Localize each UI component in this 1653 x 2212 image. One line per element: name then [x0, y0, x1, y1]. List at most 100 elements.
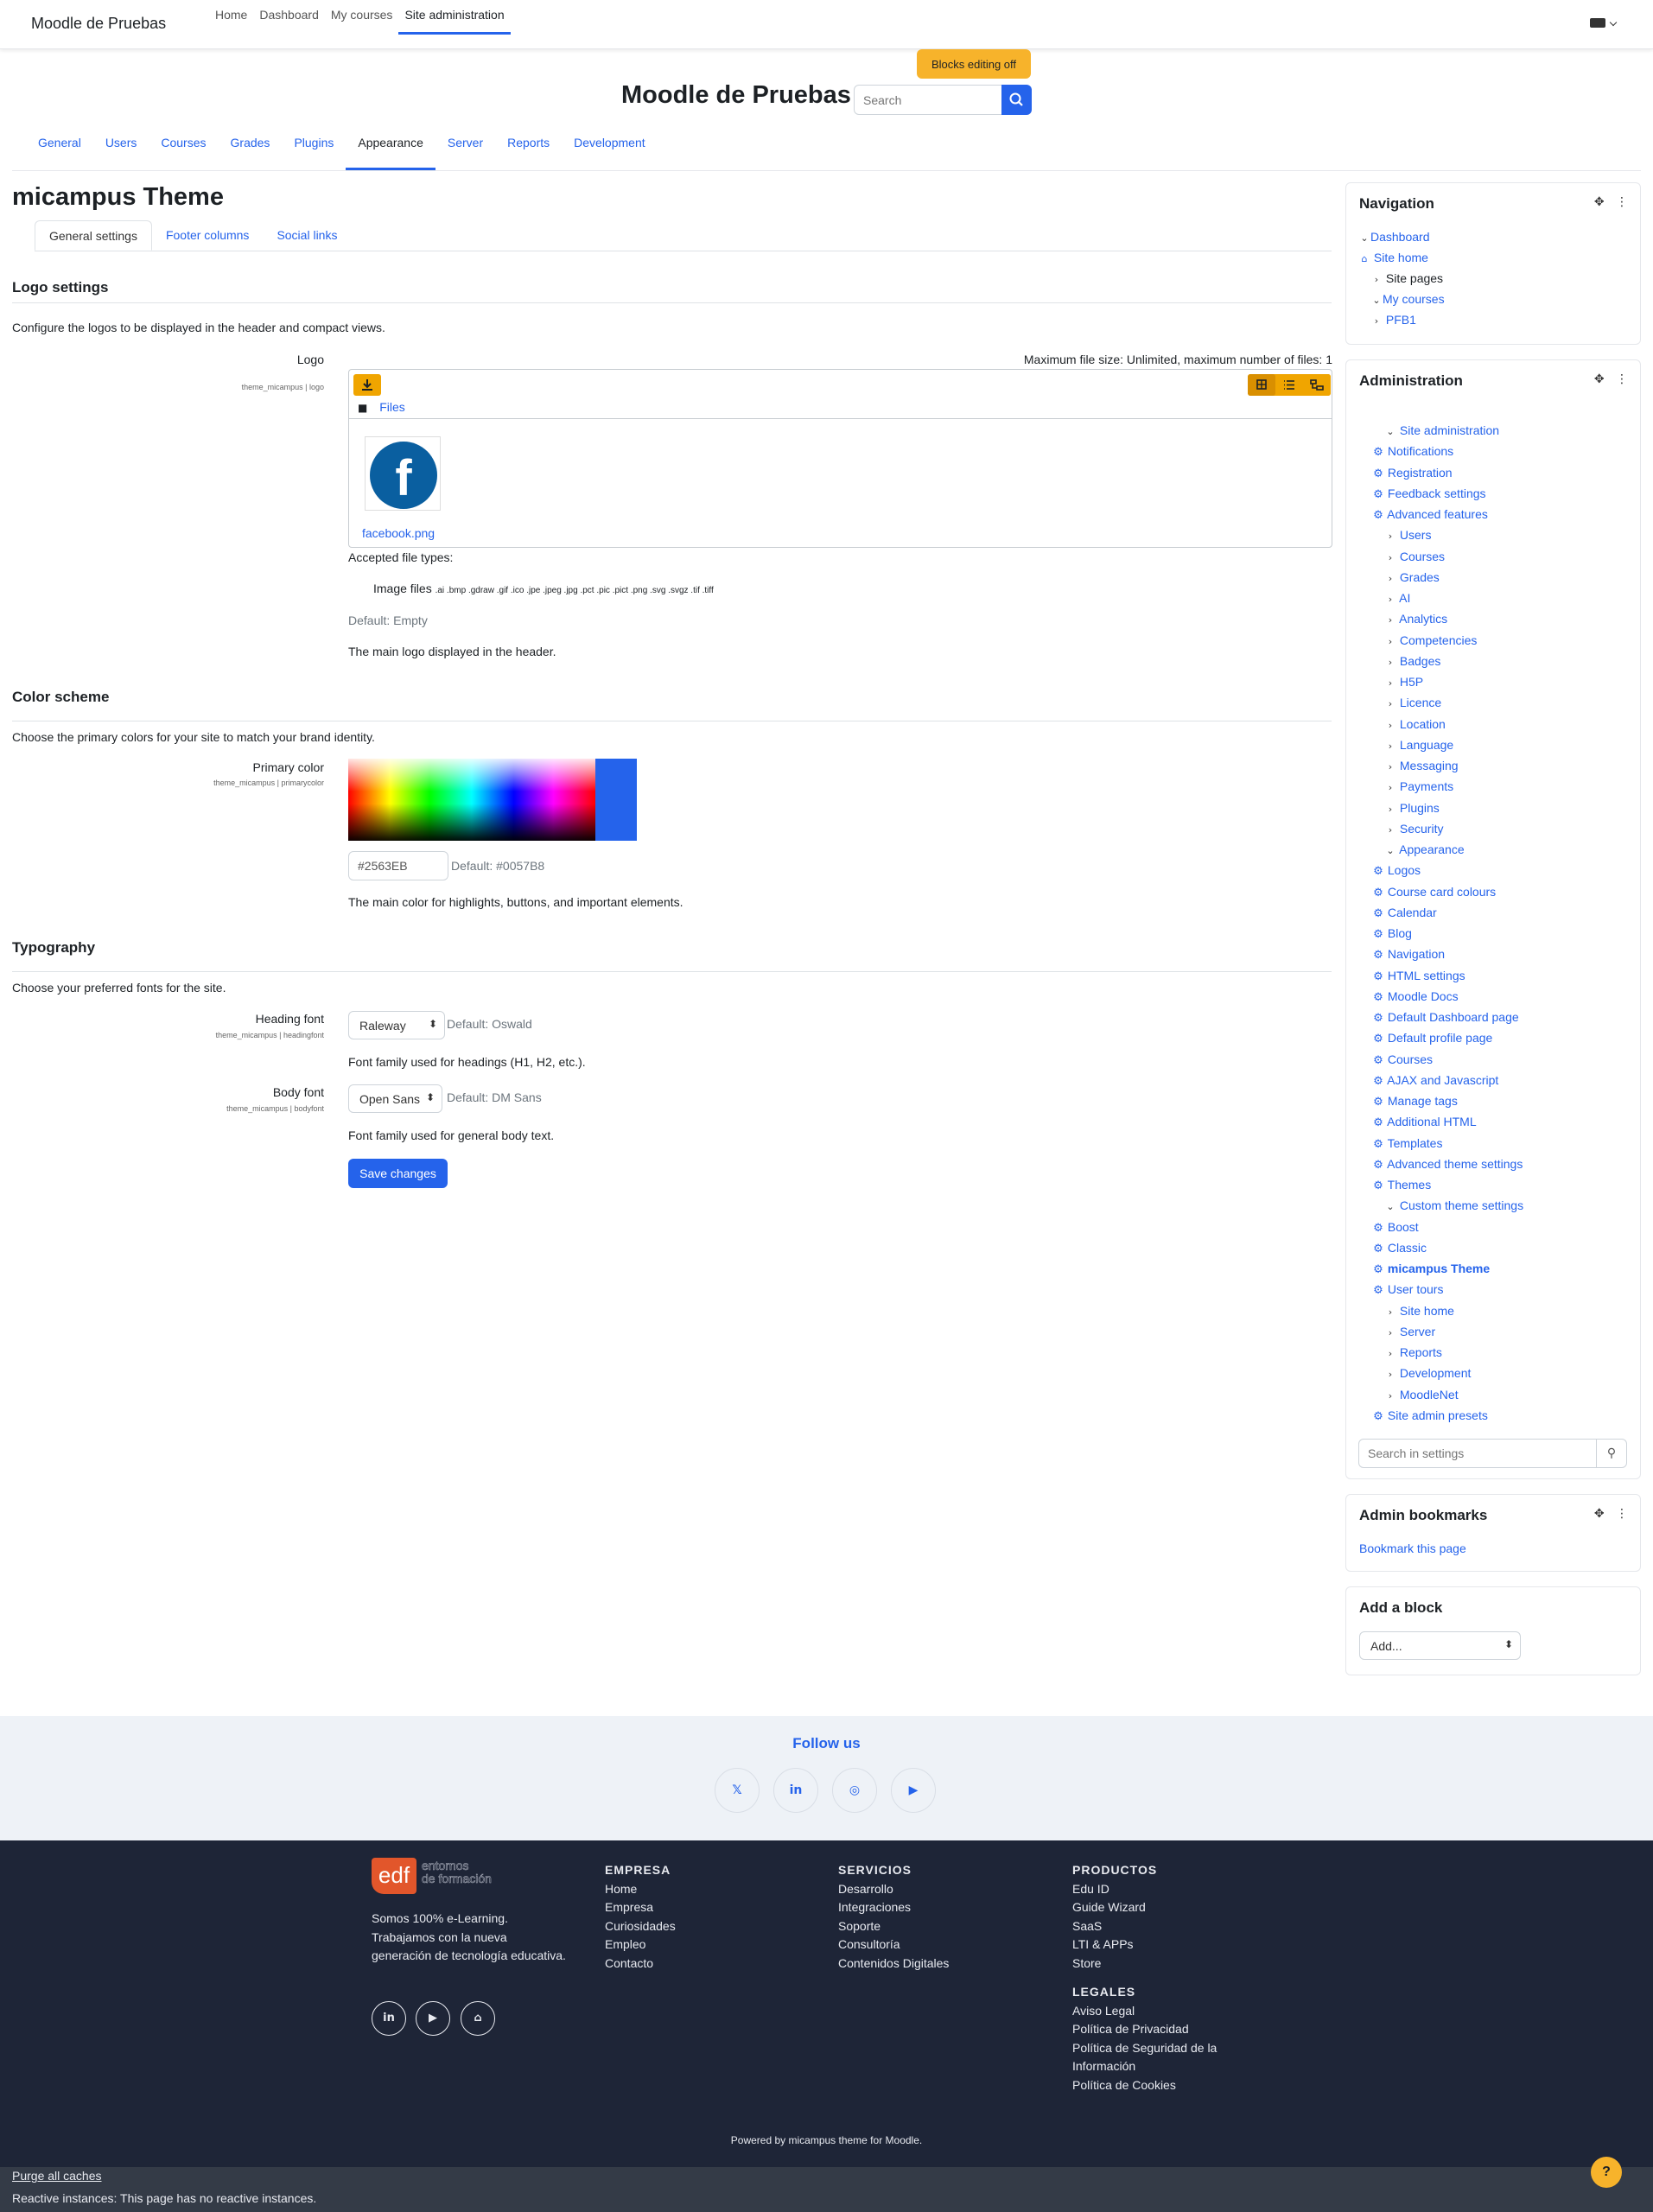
file-name-link[interactable]: facebook.png — [362, 526, 435, 540]
admin-tree-link[interactable]: Templates — [1388, 1136, 1443, 1150]
move-icon[interactable]: ✥ — [1594, 195, 1605, 209]
admin-tree-link[interactable]: Server — [1400, 1325, 1435, 1338]
admin-tree-link[interactable]: Security — [1400, 822, 1444, 836]
admin-tree-link[interactable]: Site administration — [1400, 423, 1499, 437]
admin-tree-link[interactable]: Feedback settings — [1388, 486, 1486, 500]
files-folder-link[interactable]: Files — [379, 400, 405, 414]
admin-tree-link[interactable]: User tours — [1388, 1282, 1444, 1296]
admin-tree-link[interactable]: Custom theme settings — [1400, 1198, 1523, 1212]
admin-tree-link[interactable]: AJAX and Javascript — [1387, 1073, 1498, 1087]
nav-tree-site-home[interactable]: Site home — [1374, 251, 1428, 264]
site-brand[interactable]: Moodle de Pruebas — [31, 15, 166, 33]
admin-tree-link[interactable]: Competencies — [1400, 633, 1478, 647]
primary-color-input[interactable] — [348, 851, 448, 880]
add-file-button[interactable] — [353, 374, 381, 396]
admin-tree-link[interactable]: Badges — [1400, 654, 1440, 668]
admin-tree-link[interactable]: Default Dashboard page — [1388, 1010, 1519, 1024]
search-button[interactable] — [1001, 85, 1032, 115]
nav-my-courses[interactable]: My courses — [325, 0, 399, 35]
footer-link[interactable]: Edu ID — [1072, 1880, 1245, 1899]
footer-link[interactable]: Empleo — [605, 1936, 676, 1955]
language-menu-icon[interactable] — [1590, 18, 1605, 28]
help-icon[interactable]: ? — [1591, 2157, 1622, 2188]
admin-tree-link[interactable]: Calendar — [1388, 906, 1437, 919]
settings-search-button[interactable]: ⚲ — [1596, 1439, 1627, 1468]
footer-link[interactable]: Aviso Legal — [1072, 2002, 1245, 2021]
youtube-icon[interactable]: ▶ — [416, 2001, 450, 2036]
tab-development[interactable]: Development — [562, 126, 658, 170]
admin-tree-link[interactable]: Grades — [1400, 570, 1440, 584]
footer-link[interactable]: Store — [1072, 1955, 1245, 1974]
footer-link[interactable]: Desarrollo — [838, 1880, 949, 1899]
youtube-icon[interactable]: ▶ — [891, 1768, 936, 1813]
color-picker-gradient[interactable] — [348, 759, 595, 841]
tab-appearance[interactable]: Appearance — [346, 126, 436, 170]
admin-tree-link[interactable]: H5P — [1400, 675, 1423, 689]
nav-site-administration[interactable]: Site administration — [398, 0, 511, 35]
admin-tree-link[interactable]: Users — [1400, 528, 1432, 542]
bookmark-this-page-link[interactable]: Bookmark this page — [1359, 1541, 1466, 1555]
admin-tree-link[interactable]: Appearance — [1399, 842, 1465, 856]
admin-tree-link[interactable]: Additional HTML — [1387, 1115, 1477, 1128]
tab-general[interactable]: General — [26, 126, 93, 170]
admin-tree-link[interactable]: Manage tags — [1388, 1094, 1458, 1108]
footer-link[interactable]: Política de Privacidad — [1072, 2020, 1245, 2039]
admin-tree-link[interactable]: Default profile page — [1388, 1031, 1492, 1045]
tab-social-links[interactable]: Social links — [263, 220, 351, 251]
admin-tree-link[interactable]: Logos — [1388, 863, 1421, 877]
admin-tree-link[interactable]: Language — [1400, 738, 1453, 752]
tab-footer-columns[interactable]: Footer columns — [152, 220, 263, 251]
settings-search-input[interactable] — [1358, 1439, 1597, 1468]
tab-users[interactable]: Users — [93, 126, 149, 170]
admin-tree-link[interactable]: Analytics — [1399, 612, 1447, 626]
footer-link[interactable]: Política de Cookies — [1072, 2076, 1245, 2095]
nav-tree-my-courses[interactable]: My courses — [1383, 292, 1445, 306]
file-thumbnail[interactable]: f — [365, 436, 441, 511]
save-changes-button[interactable]: Save changes — [348, 1159, 448, 1188]
footer-link[interactable]: Contenidos Digitales — [838, 1955, 949, 1974]
footer-link[interactable]: Home — [605, 1880, 676, 1899]
nav-tree-pfb1[interactable]: PFB1 — [1386, 313, 1416, 327]
admin-tree-link[interactable]: Boost — [1388, 1220, 1419, 1234]
admin-tree-link[interactable]: Courses — [1388, 1052, 1433, 1066]
site-search-input[interactable] — [854, 85, 1002, 115]
admin-tree-link[interactable]: Site admin presets — [1388, 1408, 1488, 1422]
footer-link[interactable]: Curiosidades — [605, 1917, 676, 1936]
admin-tree-link[interactable]: Registration — [1388, 466, 1453, 480]
admin-tree-link[interactable]: Classic — [1388, 1241, 1427, 1255]
nav-tree-dashboard[interactable]: Dashboard — [1370, 230, 1430, 244]
move-icon[interactable]: ✥ — [1594, 372, 1605, 386]
footer-link[interactable]: SaaS — [1072, 1917, 1245, 1936]
footer-link[interactable]: Integraciones — [838, 1898, 949, 1917]
icon-view-button[interactable] — [1248, 374, 1275, 396]
kebab-menu-icon[interactable]: ⋮ — [1616, 195, 1628, 209]
admin-tree-link[interactable]: Advanced theme settings — [1387, 1157, 1523, 1171]
admin-tree-link[interactable]: Themes — [1388, 1178, 1432, 1192]
admin-tree-link[interactable]: Reports — [1400, 1345, 1442, 1359]
footer-link[interactable]: Consultoría — [838, 1936, 949, 1955]
add-block-select[interactable]: Add... — [1359, 1631, 1521, 1660]
footer-link[interactable]: Empresa — [605, 1898, 676, 1917]
admin-tree-link[interactable]: AI — [1399, 591, 1410, 605]
admin-tree-link[interactable]: Plugins — [1400, 801, 1440, 815]
admin-tree-link[interactable]: Messaging — [1400, 759, 1459, 772]
admin-tree-link[interactable]: Courses — [1400, 550, 1445, 563]
heading-font-select[interactable]: Raleway — [348, 1011, 445, 1039]
admin-tree-link[interactable]: micampus Theme — [1388, 1262, 1490, 1275]
twitch-icon[interactable]: ⌂ — [461, 2001, 495, 2036]
nav-home[interactable]: Home — [209, 0, 253, 35]
nav-tree-site-pages[interactable]: Site pages — [1386, 271, 1443, 285]
admin-tree-link[interactable]: Moodle Docs — [1388, 989, 1459, 1003]
tab-plugins[interactable]: Plugins — [282, 126, 346, 170]
tab-grades[interactable]: Grades — [219, 126, 283, 170]
linkedin-icon[interactable]: in — [372, 2001, 406, 2036]
tree-view-button[interactable] — [1303, 374, 1331, 396]
blocks-editing-toggle[interactable]: Blocks editing off — [917, 49, 1031, 79]
x-twitter-icon[interactable]: 𝕏 — [715, 1768, 760, 1813]
nav-dashboard[interactable]: Dashboard — [253, 0, 325, 35]
admin-tree-link[interactable]: Advanced features — [1387, 507, 1488, 521]
admin-tree-link[interactable]: Site home — [1400, 1304, 1454, 1318]
body-font-select[interactable]: Open Sans — [348, 1084, 442, 1113]
footer-link[interactable]: Guide Wizard — [1072, 1898, 1245, 1917]
footer-link[interactable]: LTI & APPs — [1072, 1936, 1245, 1955]
